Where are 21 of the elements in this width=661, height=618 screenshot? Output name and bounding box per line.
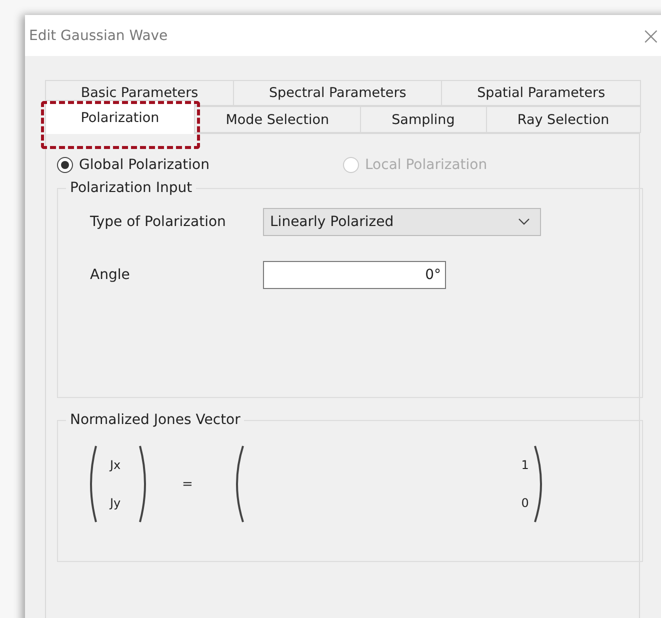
equals-sign: = [182,476,193,492]
vector-component: Jy [110,496,122,510]
tab[interactable]: Ray Selection [486,106,641,133]
tab[interactable]: Spectral Parameters [233,80,442,106]
tab[interactable]: Sampling [360,106,487,133]
vector-value: 0 [521,496,529,510]
field-label: Angle [90,267,131,283]
vector-component: Jx [110,458,122,472]
chevron-icon [518,218,530,226]
vector-value: 1 [521,458,529,472]
tab[interactable]: Spatial Parameters [441,80,641,106]
tab[interactable]: Mode Selection [194,106,361,133]
close-button[interactable]: × [636,22,661,50]
radio-button[interactable]: Global Polarization [57,157,343,173]
dropdown[interactable]: Linearly Polarized [263,208,541,236]
angle-field[interactable]: 0° [263,261,446,289]
tab[interactable]: Polarization [45,100,195,134]
field-label: Type of Polarization [90,214,227,230]
window-title: Edit Gaussian Wave [29,28,168,44]
group-title: Polarization Input [69,180,194,196]
group-title: Normalized Jones Vector [69,412,242,428]
